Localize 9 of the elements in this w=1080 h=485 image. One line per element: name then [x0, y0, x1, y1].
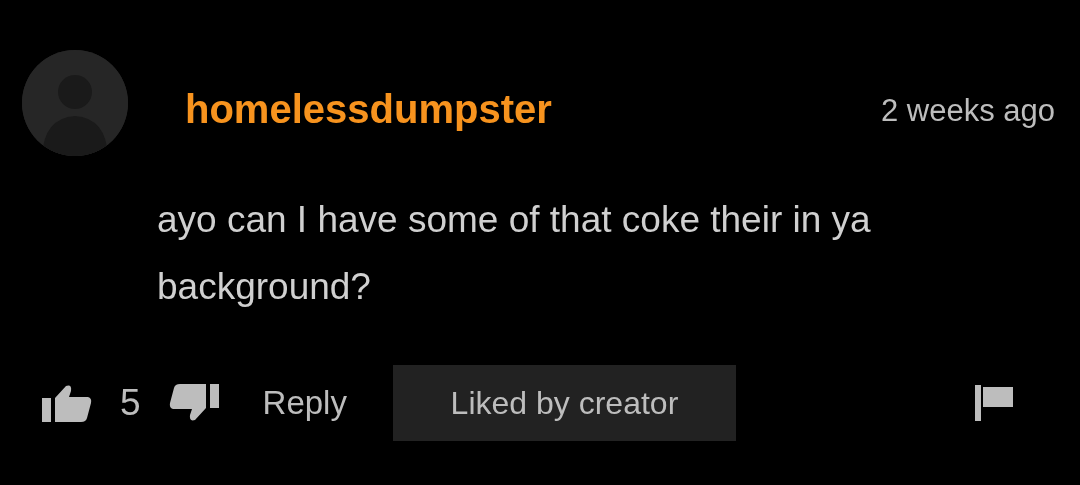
timestamp: 2 weeks ago	[880, 92, 1055, 130]
like-count: 5	[120, 381, 141, 426]
flag-icon[interactable]	[975, 385, 1013, 421]
comment-text: ayo can I have some of that coke their in ya background?	[157, 198, 872, 309]
reply-button[interactable]: Reply	[262, 378, 347, 428]
thumbs-down-icon[interactable]	[168, 384, 219, 422]
thumbs-up-icon[interactable]	[42, 384, 92, 422]
liked-by-creator-badge: Liked by creator	[392, 365, 736, 441]
username[interactable]: homelessdumpster	[185, 85, 552, 156]
